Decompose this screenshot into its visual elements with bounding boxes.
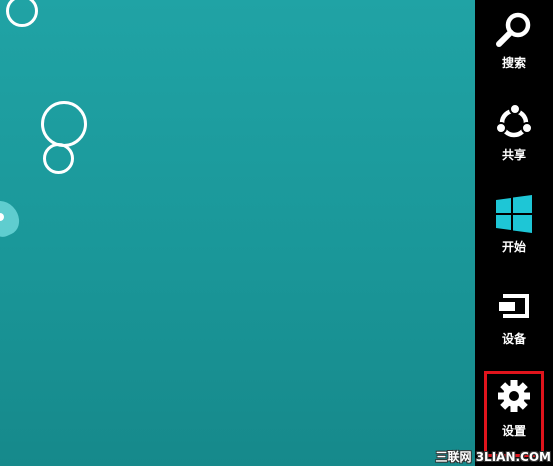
charm-share[interactable]: 共享 — [475, 92, 553, 184]
charm-devices-label: 设备 — [501, 332, 526, 346]
devices-icon — [499, 294, 529, 318]
windows-logo-icon — [496, 195, 532, 233]
charm-search[interactable]: 搜索 — [475, 0, 553, 92]
bubble-decoration — [6, 0, 38, 27]
charm-share-label: 共享 — [501, 148, 526, 162]
bubble-decoration — [41, 101, 87, 147]
desktop-background — [0, 0, 475, 466]
search-icon — [496, 12, 531, 47]
charm-start-label: 开始 — [501, 240, 526, 254]
bubble-decoration — [43, 143, 74, 174]
watermark: 三联网 3LIAN.COM — [435, 450, 551, 464]
charm-search-label: 搜索 — [501, 56, 526, 70]
charm-start[interactable]: 开始 — [475, 184, 553, 276]
share-icon — [495, 103, 533, 138]
settings-highlight-box — [484, 371, 544, 457]
charm-devices[interactable]: 设备 — [475, 276, 553, 368]
